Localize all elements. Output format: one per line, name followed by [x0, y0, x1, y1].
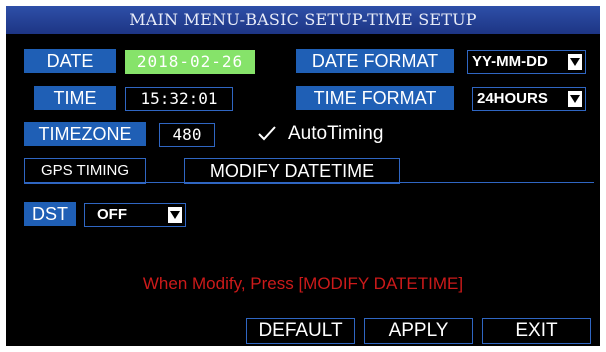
timezone-label: TIMEZONE	[24, 122, 146, 146]
time-field[interactable]: 15:32:01	[125, 87, 233, 111]
dst-value: OFF	[97, 206, 127, 223]
dropdown-arrow-icon[interactable]	[168, 207, 182, 223]
dst-select[interactable]: OFF	[84, 203, 186, 227]
dst-label: DST	[24, 202, 76, 226]
time-format-select[interactable]: 24HOURS	[472, 87, 586, 111]
modify-hint: When Modify, Press [MODIFY DATETIME]	[142, 274, 464, 293]
menu-title: MAIN MENU-BASIC SETUP-TIME SETUP	[6, 6, 600, 34]
time-format-label: TIME FORMAT	[296, 86, 454, 110]
date-label: DATE	[24, 49, 116, 73]
date-format-select[interactable]: YY-MM-DD	[467, 50, 586, 74]
divider	[24, 182, 594, 183]
time-label: TIME	[34, 86, 116, 110]
time-setup-screen: MAIN MENU-BASIC SETUP-TIME SETUP DATE 20…	[6, 6, 600, 346]
date-field[interactable]: 2018-02-26	[125, 50, 255, 74]
auto-timing-label: AutoTiming	[288, 123, 384, 144]
gps-timing-button[interactable]: GPS TIMING	[24, 158, 146, 184]
date-format-label: DATE FORMAT	[296, 49, 454, 73]
modify-datetime-button[interactable]: MODIFY DATETIME	[184, 158, 400, 184]
dropdown-arrow-icon[interactable]	[568, 54, 582, 70]
default-button[interactable]: DEFAULT	[246, 318, 355, 344]
checkmark-icon[interactable]	[256, 122, 278, 144]
time-format-value: 24HOURS	[477, 90, 548, 107]
exit-button[interactable]: EXIT	[482, 318, 591, 344]
timezone-field[interactable]: 480	[159, 123, 215, 147]
apply-button[interactable]: APPLY	[364, 318, 473, 344]
dropdown-arrow-icon[interactable]	[568, 91, 582, 107]
date-format-value: YY-MM-DD	[472, 53, 548, 70]
